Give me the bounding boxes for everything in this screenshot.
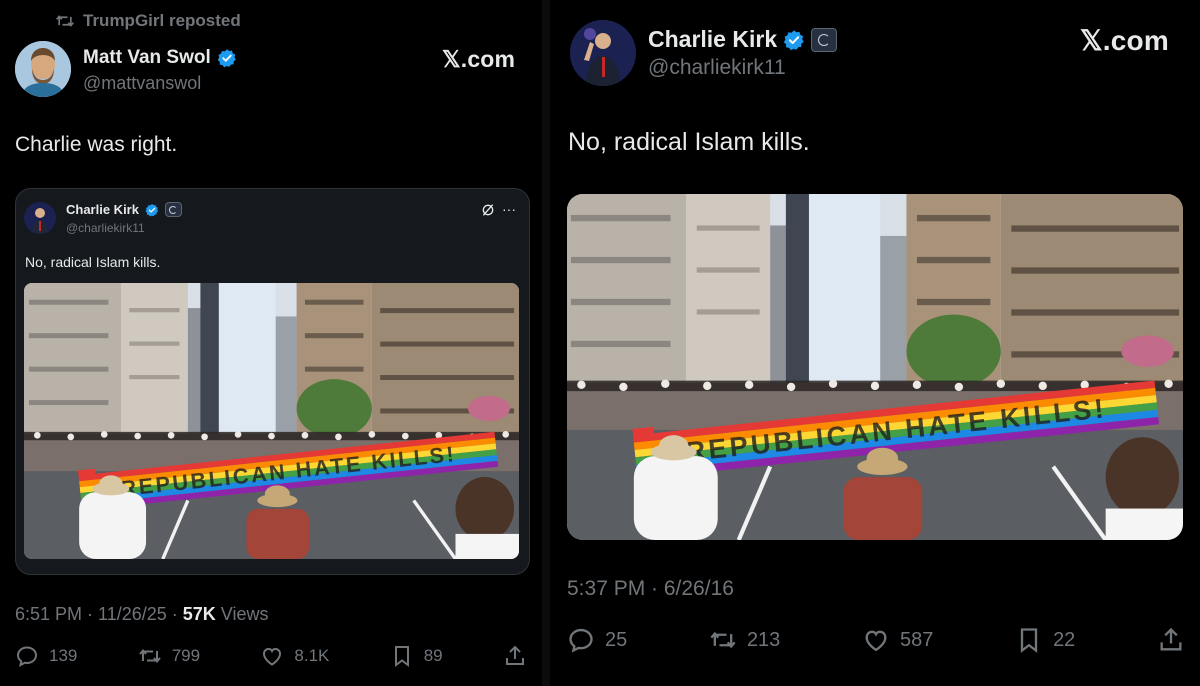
x-com-watermark: 𝕏.com [442,46,516,72]
like-icon [260,644,284,668]
repost-icon [138,644,162,668]
bookmark-button[interactable]: 89 [390,644,443,668]
repost-icon [709,626,737,654]
author-handle[interactable]: @charliekirk11 [648,56,786,80]
right-tweet-panel: Charlie Kirk @charliekirk11 𝕏.com No, ra… [550,0,1200,686]
share-button[interactable] [1157,626,1185,654]
repost-count: 213 [746,628,781,651]
view-count: 57K [182,604,216,624]
repost-icon [55,11,75,31]
x-com-watermark: 𝕏.com [1080,25,1169,56]
bookmark-count: 89 [423,646,443,665]
share-icon [1157,626,1185,654]
reply-button[interactable]: 139 [15,644,77,668]
quoted-tweet-photo[interactable] [24,283,519,559]
reply-icon [567,626,595,654]
like-button[interactable]: 587 [862,626,933,654]
repost-count: 799 [171,646,201,665]
like-count: 587 [900,628,934,651]
action-bar: 139 799 8.1K 89 [15,644,527,668]
tweet-meta: 6:51 PM · 11/26/25 · 57K Views [15,604,269,625]
timestamp[interactable]: 5:37 PM · 6/26/16 [567,577,734,601]
share-button[interactable] [503,644,527,668]
repost-button[interactable]: 213 [709,626,780,654]
avatar[interactable] [570,20,636,86]
reply-count: 139 [49,646,78,665]
tweet-photo[interactable] [567,194,1183,540]
repost-label: TrumpGirl reposted [83,11,241,30]
verified-badge-icon [783,29,805,51]
share-icon [503,644,527,668]
bookmark-icon [390,644,414,668]
author-name[interactable]: Matt Van Swol [83,47,211,69]
bookmark-icon [1015,626,1043,654]
quoted-author-handle[interactable]: @charliekirk11 [66,221,145,235]
like-count: 8.1K [294,646,330,665]
grok-icon[interactable] [480,202,496,218]
views-label: Views [215,604,269,624]
reply-icon [15,644,39,668]
repost-button[interactable]: 799 [138,644,200,668]
quoted-tweet-text: No, radical Islam kills. [25,254,161,270]
author-handle[interactable]: @mattvanswol [83,73,201,94]
reply-button[interactable]: 25 [567,626,627,654]
author-name[interactable]: Charlie Kirk [648,26,777,53]
avatar[interactable] [15,41,71,97]
avatar-image [15,41,71,97]
verified-badge-icon [145,203,159,217]
verified-badge-icon [217,48,237,68]
bookmark-button[interactable]: 22 [1015,626,1075,654]
avatar-image [570,20,636,86]
like-button[interactable]: 8.1K [260,644,329,668]
quoted-avatar-image [24,202,56,234]
reply-count: 25 [605,628,628,651]
action-bar: 25 213 587 22 [567,626,1185,654]
affiliate-badge-icon [164,202,182,217]
like-icon [862,626,890,654]
timestamp[interactable]: 6:51 PM · 11/26/25 · [15,604,183,624]
more-options-icon[interactable]: ··· [502,201,516,217]
quoted-avatar[interactable] [24,202,56,234]
bookmark-count: 22 [1053,628,1076,651]
repost-indicator[interactable]: TrumpGirl reposted [55,11,241,31]
left-tweet-panel: TrumpGirl reposted Matt Van Swol @mattva… [0,0,542,686]
tweet-text: Charlie was right. [15,133,178,156]
quoted-author-name[interactable]: Charlie Kirk [66,202,139,217]
tweet-text: No, radical Islam kills. [568,128,810,156]
quoted-tweet-card[interactable]: Charlie Kirk @charliekirk11 ··· No, radi… [15,188,530,575]
affiliate-badge-icon [811,27,838,52]
panel-divider [542,0,550,686]
